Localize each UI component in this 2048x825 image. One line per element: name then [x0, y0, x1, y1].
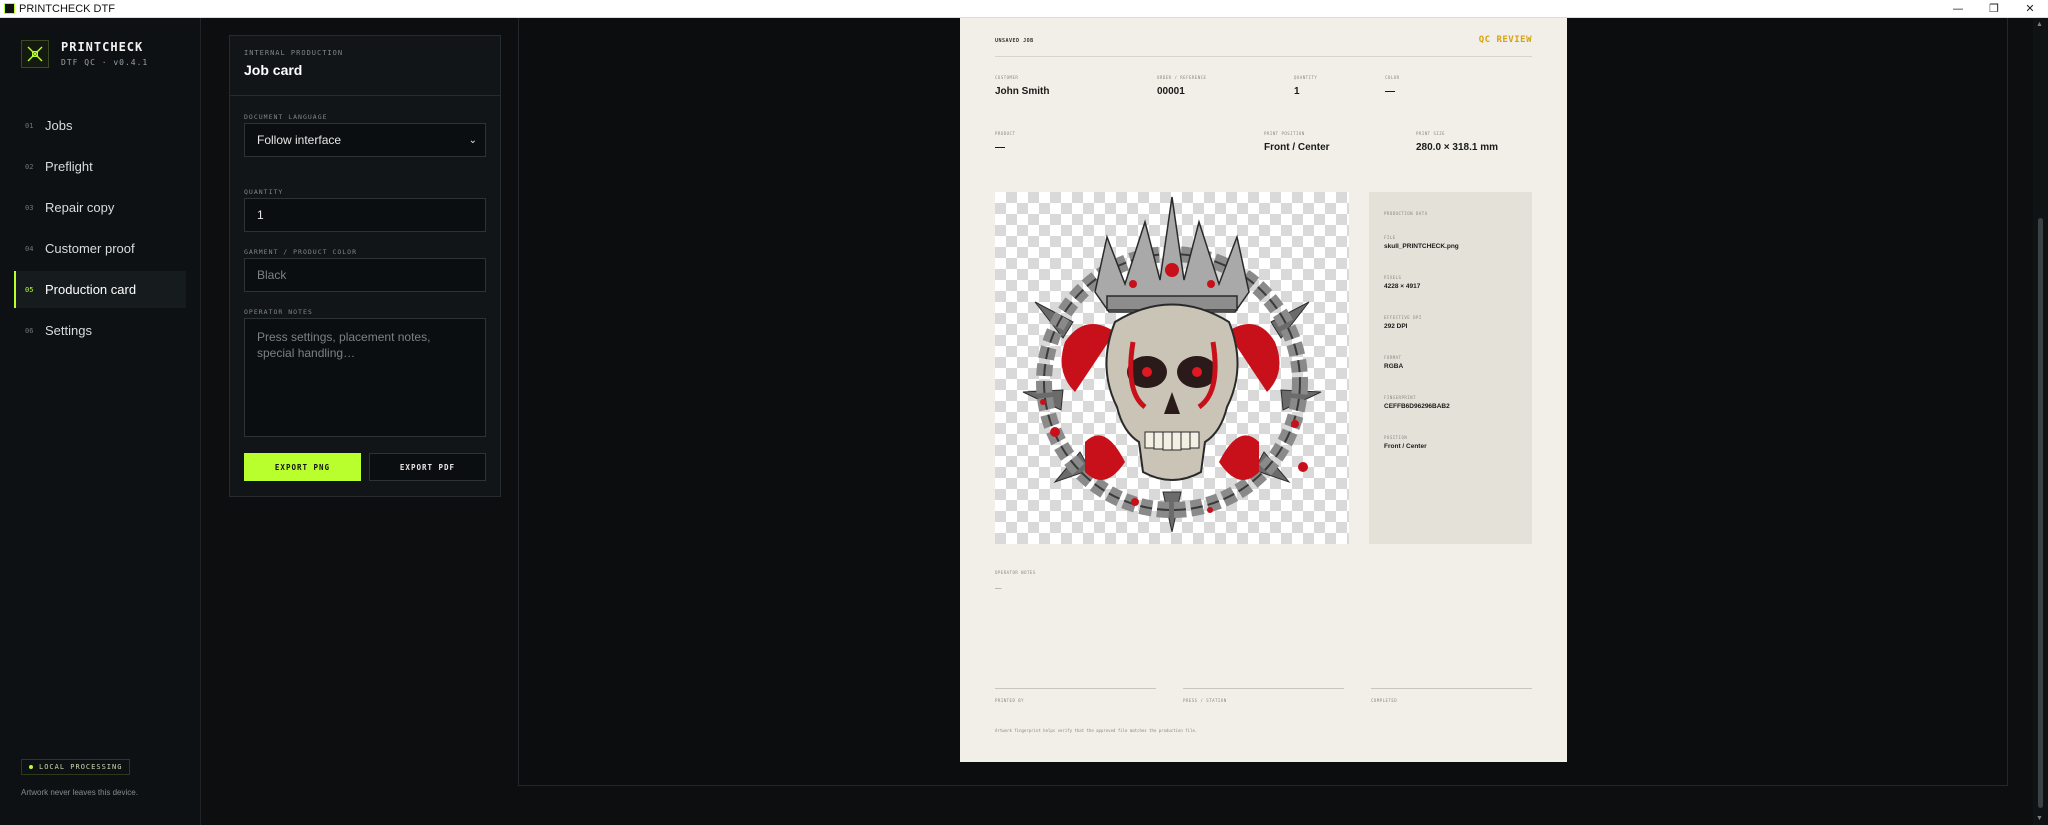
nav-item-number: 01 [25, 121, 34, 130]
signature-line [995, 688, 1156, 689]
print-size-label: PRINT SIZE [1416, 131, 1446, 136]
position-label: POSITION [1384, 435, 1408, 440]
qc-review-badge: QC REVIEW [1478, 35, 1532, 45]
fingerprint-value: CEFFB6D96296BAB2 [1384, 403, 1450, 410]
color-value: — [1385, 86, 1395, 97]
print-position-label: PRINT POSITION [1264, 131, 1305, 136]
signature-line [1371, 688, 1532, 689]
panel-header: INTERNAL PRODUCTION Job card [230, 36, 500, 96]
nav-item-number: 05 [25, 285, 34, 294]
production-data-panel: PRODUCTION DATA FILE skull_PRINTCHECK.pn… [1369, 192, 1532, 544]
crowned-skull-artwork [1022, 196, 1322, 533]
operator-notes-label: OPERATOR NOTES [244, 308, 313, 316]
operator-notes-textarea[interactable]: Press settings, placement notes, special… [244, 318, 486, 437]
chevron-down-icon: ⌄ [468, 134, 477, 146]
printed-by-label: PRINTED BY [995, 698, 1025, 703]
order-value: 00001 [1157, 86, 1185, 97]
color-label: COLOR [1385, 75, 1400, 80]
nav-item-production-card[interactable]: 05 Production card [14, 271, 186, 308]
press-station-label: PRESS / STATION [1183, 698, 1227, 703]
divider [995, 56, 1532, 57]
customer-value: John Smith [995, 86, 1050, 97]
minimize-button[interactable]: — [1940, 0, 1976, 18]
scroll-up-icon[interactable]: ▲ [2036, 21, 2043, 28]
file-label: FILE [1384, 235, 1396, 240]
nav-item-label: Preflight [45, 159, 93, 174]
vertical-scrollbar[interactable]: ▲ ▼ [2033, 18, 2048, 825]
close-button[interactable]: ✕ [2012, 0, 2048, 18]
document-language-select[interactable]: Follow interface ⌄ [244, 123, 486, 157]
scroll-down-icon[interactable]: ▼ [2036, 815, 2043, 822]
local-processing-badge: LOCAL PROCESSING [21, 759, 131, 775]
quantity-label: QUANTITY [244, 188, 284, 196]
document-language-value: Follow interface [257, 133, 342, 147]
maximize-button[interactable]: ❐ [1976, 0, 2012, 18]
brand-name: PRINTCHECK [61, 40, 144, 54]
file-value: skull_PRINTCHECK.png [1384, 243, 1459, 250]
signature-line [1183, 688, 1344, 689]
scroll-thumb[interactable] [2038, 218, 2043, 808]
nav-item-label: Jobs [45, 118, 73, 133]
local-processing-label: LOCAL PROCESSING [39, 763, 123, 771]
garment-color-label: GARMENT / PRODUCT COLOR [244, 248, 358, 256]
customer-label: CUSTOMER [995, 75, 1019, 80]
dpi-label: EFFECTIVE DPI [1384, 315, 1422, 320]
job-status: UNSAVED JOB [995, 38, 1034, 44]
export-pdf-button[interactable]: EXPORT PDF [369, 453, 486, 481]
fingerprint-footnote: Artwork fingerprint helps verify that th… [995, 728, 1198, 733]
brand-version: DTF QC · v0.4.1 [61, 58, 149, 67]
nav-item-number: 03 [25, 203, 34, 212]
panel-title: Job card [244, 62, 303, 78]
crosshair-x-icon [27, 46, 43, 62]
print-size-value: 280.0 × 318.1 mm [1416, 142, 1499, 153]
product-label: PRODUCT [995, 131, 1016, 136]
window-titlebar: PRINTCHECK DTF — ❐ ✕ [0, 0, 2048, 18]
order-label: ORDER / REFERENCE [1157, 75, 1207, 80]
artwork-preview [995, 192, 1349, 544]
nav-item-label: Settings [45, 323, 92, 338]
nav-item-settings[interactable]: 06 Settings [14, 312, 186, 349]
format-value: RGBA [1384, 363, 1404, 370]
fingerprint-label: FINGERPRINT [1384, 395, 1416, 400]
completed-label: COMPLETED [1371, 698, 1398, 703]
nav-item-label: Production card [45, 282, 137, 297]
production-card-sheet: UNSAVED JOB QC REVIEW CUSTOMER John Smit… [960, 18, 1567, 762]
quantity-input[interactable]: 1 [244, 198, 486, 232]
quantity-label: QUANTITY [1294, 75, 1318, 80]
dpi-value: 292 DPI [1384, 323, 1408, 330]
window-controls: — ❐ ✕ [1940, 0, 2048, 18]
brand: PRINTCHECK DTF QC · v0.4.1 [21, 40, 148, 68]
app-icon [4, 3, 15, 14]
nav-item-label: Repair copy [45, 200, 115, 215]
production-data-heading: PRODUCTION DATA [1384, 211, 1428, 216]
privacy-note: Artwork never leaves this device. [21, 788, 138, 797]
nav-item-label: Customer proof [45, 241, 135, 256]
nav-item-repair-copy[interactable]: 03 Repair copy [14, 189, 186, 226]
nav-item-number: 02 [25, 162, 34, 171]
operator-notes-label: OPERATOR NOTES [995, 570, 1036, 575]
format-label: FORMAT [1384, 355, 1402, 360]
export-png-button[interactable]: EXPORT PNG [244, 453, 361, 481]
garment-color-input[interactable]: Black [244, 258, 486, 292]
job-card-panel: INTERNAL PRODUCTION Job card DOCUMENT LA… [229, 35, 501, 497]
nav-item-number: 06 [25, 326, 34, 335]
sidebar: PRINTCHECK DTF QC · v0.4.1 01 Jobs 02 Pr… [0, 18, 201, 825]
panel-kicker: INTERNAL PRODUCTION [244, 49, 344, 57]
position-value: Front / Center [1384, 443, 1427, 450]
main-nav: 01 Jobs 02 Preflight 03 Repair copy 04 C… [14, 107, 186, 353]
nav-item-jobs[interactable]: 01 Jobs [14, 107, 186, 144]
pixels-value: 4228 × 4917 [1384, 283, 1421, 290]
status-dot-icon [29, 765, 33, 769]
product-value: — [995, 142, 1005, 153]
window-title: PRINTCHECK DTF [19, 2, 115, 15]
document-language-label: DOCUMENT LANGUAGE [244, 113, 328, 121]
operator-notes-value: — [995, 585, 1002, 592]
nav-item-number: 04 [25, 244, 34, 253]
nav-item-customer-proof[interactable]: 04 Customer proof [14, 230, 186, 267]
nav-item-preflight[interactable]: 02 Preflight [14, 148, 186, 185]
print-position-value: Front / Center [1264, 142, 1330, 153]
pixels-label: PIXELS [1384, 275, 1402, 280]
logo-icon [21, 40, 49, 68]
quantity-value: 1 [1294, 86, 1300, 97]
